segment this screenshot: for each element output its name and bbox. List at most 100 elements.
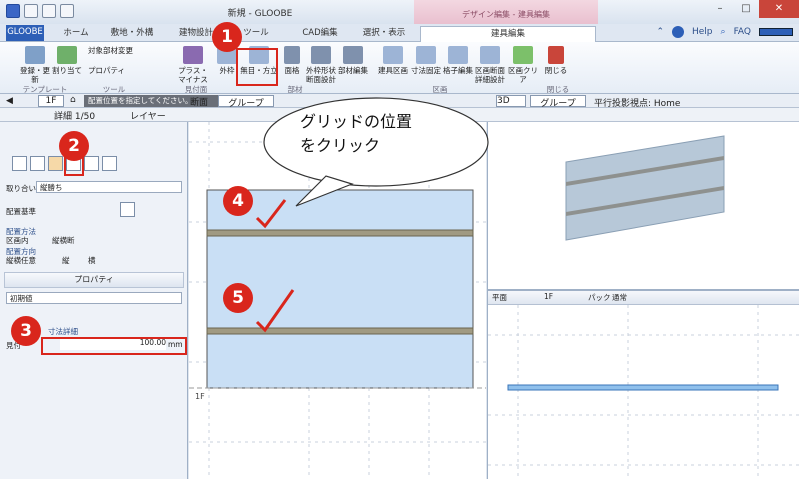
junction-select[interactable]: 縦勝ち: [36, 181, 182, 193]
member-edit-icon: [343, 46, 363, 64]
close-ribbon-button[interactable]: 閉じる: [544, 46, 568, 75]
help-area: ⌃ Help ⌕ FAQ: [656, 26, 793, 38]
lattice-label: 格子編集: [443, 66, 473, 75]
frame-shape-button[interactable]: 外枠形状断面設計: [304, 46, 338, 84]
division-section-label: 区画断面詳細設計: [475, 66, 505, 84]
tab-cad[interactable]: CAD編集: [292, 26, 348, 42]
toggle-icon[interactable]: [759, 28, 793, 36]
layer-selector[interactable]: レイヤー: [130, 109, 166, 122]
search-icon: ⌕: [720, 27, 726, 37]
step-badge-1: 1: [212, 22, 242, 52]
panel-3d: [565, 135, 725, 241]
plan-tab[interactable]: 平面: [492, 292, 507, 303]
mode-icon-2[interactable]: [30, 156, 45, 171]
division-section-button[interactable]: 区画断面詳細設計: [474, 46, 506, 84]
faq-link[interactable]: FAQ: [734, 27, 751, 37]
base-point-icon[interactable]: [120, 202, 135, 217]
view3d-group[interactable]: グループ: [530, 95, 586, 109]
register-update-button[interactable]: 登録・更新: [18, 46, 52, 84]
context-tab-group: デザイン編集 - 建具編集: [414, 0, 598, 24]
target-member-button[interactable]: 対象部材変更: [88, 46, 158, 55]
plan-floor[interactable]: 1F: [544, 292, 553, 301]
view3d-canvas[interactable]: [488, 122, 799, 289]
title-bar: 新規 - GLOOBE デザイン編集 - 建具編集 – □ ✕: [0, 0, 799, 24]
mode-icon-6[interactable]: [102, 156, 117, 171]
target-member-label: 対象部材変更: [88, 46, 133, 55]
grille-button[interactable]: 面格: [282, 46, 302, 75]
preset-select[interactable]: 初期値: [6, 292, 182, 304]
tab-tools[interactable]: ツール: [236, 26, 276, 42]
division-clear-label: 区画クリア: [508, 66, 538, 84]
assign-button[interactable]: 割り当て: [52, 46, 82, 75]
window-controls: – □ ✕: [707, 0, 799, 18]
callout-line-1: グリッドの位置: [300, 112, 413, 131]
minimize-icon[interactable]: –: [707, 0, 733, 18]
method-option-cross[interactable]: 縦横断: [52, 235, 75, 246]
plan-mode[interactable]: パック: [588, 292, 611, 303]
nav-left-icon[interactable]: ◀: [6, 96, 13, 106]
direction-option-any[interactable]: 縦横任意: [6, 255, 36, 266]
mode-icon-5[interactable]: [84, 156, 99, 171]
step-badge-5: 5: [223, 283, 253, 313]
property-label: プロパティ: [88, 66, 126, 75]
register-icon: [25, 46, 45, 64]
register-label: 登録・更新: [20, 66, 50, 84]
home-icon[interactable]: ⌂: [70, 95, 76, 105]
transom-bottom[interactable]: [206, 327, 474, 335]
plan-toolbar: 平面 1F パック 通常: [488, 291, 799, 305]
frame-shape-label: 外枠形状断面設計: [306, 66, 336, 84]
fitting-division-button[interactable]: 建具区画: [376, 46, 410, 75]
properties-header[interactable]: プロパティ: [4, 272, 184, 288]
scale-selector[interactable]: 詳細 1/50: [54, 109, 95, 122]
mode-icon-1[interactable]: [12, 156, 27, 171]
outer-frame-label: 外枠: [219, 66, 235, 75]
plus-minus-button[interactable]: プラス・マイナス: [176, 46, 210, 84]
plan-canvas[interactable]: [488, 305, 799, 479]
step-badge-2: 2: [59, 131, 89, 161]
plan-mode2[interactable]: 通常: [612, 292, 627, 303]
help-link[interactable]: Help: [692, 27, 713, 37]
dimension-fix-icon: [416, 46, 436, 64]
dimension-fix-label: 寸法固定: [411, 66, 441, 75]
tab-gloobe[interactable]: GLOOBE: [6, 25, 44, 41]
division-clear-button[interactable]: 区画クリア: [506, 46, 540, 84]
view-3d[interactable]: [487, 122, 799, 289]
plan-grid: [488, 305, 799, 479]
member-edit-button[interactable]: 部材編集: [338, 46, 368, 75]
direction-option-horizontal[interactable]: 横: [88, 255, 96, 266]
wall-plan[interactable]: [507, 384, 779, 391]
lattice-icon: [448, 46, 468, 64]
help-icon[interactable]: [671, 26, 684, 38]
fitting-division-label: 建具区画: [378, 66, 408, 75]
grille-label: 面格: [284, 66, 300, 75]
grille-icon: [284, 46, 300, 64]
maximize-icon[interactable]: □: [733, 0, 759, 18]
section-tab[interactable]: 断面: [190, 95, 208, 108]
plan-view[interactable]: 平面 1F パック 通常: [487, 289, 799, 479]
tab-site[interactable]: 敷地・外構: [104, 26, 160, 42]
eraser-icon: [513, 46, 533, 64]
direction-option-vertical[interactable]: 縦: [62, 255, 70, 266]
lattice-edit-button[interactable]: 格子編集: [442, 46, 474, 75]
tab-home[interactable]: ホーム: [56, 26, 96, 42]
transom-top[interactable]: [206, 229, 474, 237]
property-button[interactable]: プロパティ: [88, 66, 148, 75]
close-ribbon-label: 閉じる: [544, 66, 568, 75]
base-label: 配置基準: [6, 207, 36, 216]
step-badge-4: 4: [223, 186, 253, 216]
member-edit-label: 部材編集: [338, 66, 368, 75]
close-icon[interactable]: ✕: [759, 0, 799, 18]
view3d-tab[interactable]: 3D: [496, 95, 526, 107]
method-option-inside[interactable]: 区画内: [6, 235, 29, 246]
tab-fitting-edit[interactable]: 建具編集: [420, 26, 596, 42]
dimension-fix-button[interactable]: 寸法固定: [410, 46, 442, 75]
junction-label: 取り合い: [6, 184, 36, 193]
floor-selector[interactable]: 1F: [38, 95, 64, 107]
frame-shape-icon: [311, 46, 331, 64]
callout-line-2: をクリック: [300, 136, 381, 155]
assign-label: 割り当て: [52, 66, 82, 75]
mode-icon-3[interactable]: [48, 156, 63, 171]
chevron-up-icon[interactable]: ⌃: [656, 27, 664, 37]
close-x-icon: [548, 46, 564, 64]
tab-select[interactable]: 選択・表示: [356, 26, 412, 42]
